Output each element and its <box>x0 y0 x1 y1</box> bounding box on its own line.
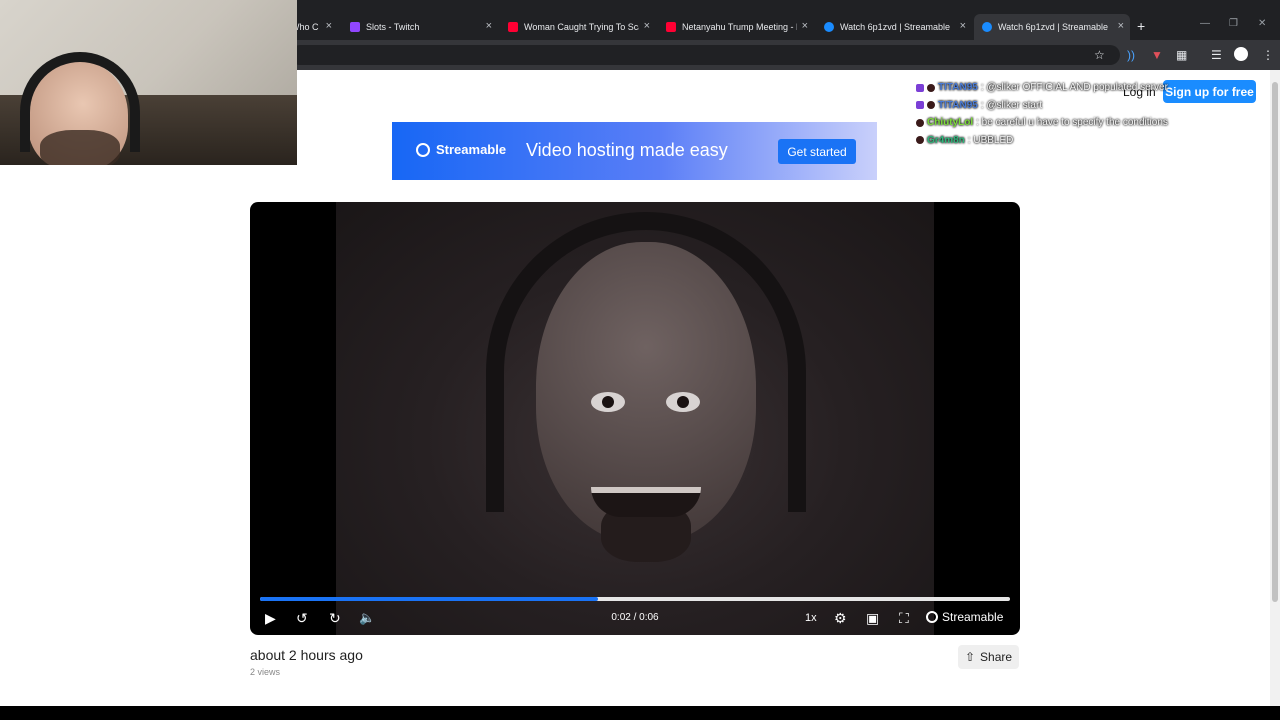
chat-username: Gr4m8n <box>927 134 965 146</box>
chat-message: TITAN95 : @sliker OFFICIAL AND populated… <box>916 79 1216 97</box>
upload-time: about 2 hours ago <box>250 647 363 663</box>
time-display: 0:02 / 0:06 <box>611 612 659 623</box>
volume-icon[interactable]: 🔈 <box>359 610 375 626</box>
video-subject-eye <box>666 392 700 412</box>
share-button[interactable]: ⇧ Share <box>958 645 1019 669</box>
gear-icon[interactable]: ⚙ <box>834 610 847 626</box>
logo-text: Streamable <box>436 142 507 157</box>
chat-text: : UBBLED <box>967 134 1014 146</box>
close-icon[interactable]: × <box>1118 20 1124 32</box>
streamable-logo-icon <box>416 142 430 157</box>
rewind-icon[interactable]: ↺ <box>296 610 308 626</box>
tab-title: Slots - Twitch <box>366 22 420 32</box>
forward-icon[interactable]: ↻ <box>329 610 341 626</box>
chat-overlay: TITAN95 : @sliker OFFICIAL AND populated… <box>916 79 1216 149</box>
puzzle-extensions-icon[interactable]: ▦ <box>1176 48 1187 62</box>
user-badge-icon <box>927 83 935 92</box>
streamable-favicon-icon <box>824 22 834 32</box>
video-player[interactable]: ▶ ↺ ↻ 🔈 0:02 / 0:06 1x ⚙ ▣ ⛶ Streamable <box>250 202 1020 635</box>
scrollbar-thumb[interactable] <box>1272 82 1278 602</box>
sub-badge-icon <box>916 83 924 92</box>
browser-tab[interactable]: Watch 6p1zvd | Streamable × <box>816 14 972 40</box>
taskbar-strip <box>0 706 1280 720</box>
chat-username: ChiutyLol <box>927 117 974 129</box>
share-label: Share <box>980 650 1013 664</box>
youtube-favicon-icon <box>508 22 518 32</box>
browser-tab[interactable]: Slots - Twitch × <box>342 14 498 40</box>
user-badge-icon <box>927 101 935 110</box>
minimize-icon[interactable]: — <box>1200 18 1210 29</box>
extension-audio-icon[interactable]: )) <box>1127 48 1135 62</box>
share-icon: ⇧ <box>964 650 976 664</box>
seek-bar[interactable] <box>260 597 1010 601</box>
browser-tab[interactable]: Netanyahu Trump Meeting - Li × <box>658 14 814 40</box>
webcam-subject-headphones <box>20 52 140 152</box>
close-icon[interactable]: × <box>486 20 492 32</box>
window-close-icon[interactable]: ✕ <box>1258 18 1266 29</box>
new-tab-button[interactable]: + <box>1137 18 1145 34</box>
streamable-brand-link[interactable]: Streamable <box>926 610 1003 624</box>
chat-text: : @sliker start <box>980 99 1043 111</box>
chat-message: Gr4m8n : UBBLED <box>916 132 1216 150</box>
chat-text: : be careful u have to specify the condi… <box>976 117 1168 129</box>
user-badge-icon <box>916 118 924 127</box>
seek-bar-progress <box>260 597 598 601</box>
video-subject-mouth <box>591 487 701 517</box>
video-frame[interactable] <box>336 202 934 635</box>
close-icon[interactable]: × <box>802 20 808 32</box>
close-icon[interactable]: × <box>644 20 650 32</box>
chat-username: TITAN95 <box>938 99 978 111</box>
pip-icon[interactable]: ▣ <box>866 610 879 626</box>
address-bar[interactable] <box>290 45 1120 65</box>
get-started-button[interactable]: Get started <box>778 139 856 164</box>
brand-label: Streamable <box>942 610 1004 624</box>
tab-title: Watch 6p1zvd | Streamable <box>998 22 1109 32</box>
promo-banner[interactable]: Streamable Video hosting made easy Get s… <box>392 122 877 180</box>
browser-tab-active[interactable]: Watch 6p1zvd | Streamable × <box>974 14 1130 40</box>
bookmark-star-icon[interactable]: ☆ <box>1094 48 1105 62</box>
close-icon[interactable]: × <box>960 20 966 32</box>
playback-speed-button[interactable]: 1x <box>805 612 817 624</box>
browser-tab[interactable]: Woman Caught Trying To Scam × <box>500 14 656 40</box>
tab-title: Netanyahu Trump Meeting - Li <box>682 22 797 32</box>
tab-title: Watch 6p1zvd | Streamable <box>840 22 951 32</box>
view-count: 2 views <box>250 667 281 677</box>
streamable-favicon-icon <box>982 22 992 32</box>
youtube-favicon-icon <box>666 22 676 32</box>
fullscreen-icon[interactable]: ⛶ <box>899 610 909 626</box>
restore-icon[interactable]: ❐ <box>1229 18 1238 29</box>
media-control-icon[interactable]: ☰ <box>1211 48 1222 62</box>
streamable-logo: Streamable <box>416 142 506 157</box>
profile-avatar[interactable] <box>1234 47 1248 61</box>
browser-menu-icon[interactable]: ⋮ <box>1262 48 1274 62</box>
extension-icon[interactable]: ▼ <box>1151 48 1163 62</box>
video-subject-eye <box>591 392 625 412</box>
webcam-overlay <box>0 0 297 165</box>
chat-text: : @sliker OFFICIAL AND populated server <box>980 82 1168 94</box>
twitch-favicon-icon <box>350 22 360 32</box>
streamable-logo-icon <box>926 611 938 623</box>
close-icon[interactable]: × <box>326 20 332 32</box>
tab-title: Woman Caught Trying To Scam <box>524 22 639 32</box>
chat-message: TITAN95 : @sliker start <box>916 97 1216 115</box>
chat-message: ChiutyLol : be careful u have to specify… <box>916 114 1216 132</box>
play-icon[interactable]: ▶ <box>265 610 276 626</box>
chat-username: TITAN95 <box>938 82 978 94</box>
user-badge-icon <box>916 136 924 145</box>
banner-tagline: Video hosting made easy <box>526 140 728 160</box>
sub-badge-icon <box>916 101 924 110</box>
